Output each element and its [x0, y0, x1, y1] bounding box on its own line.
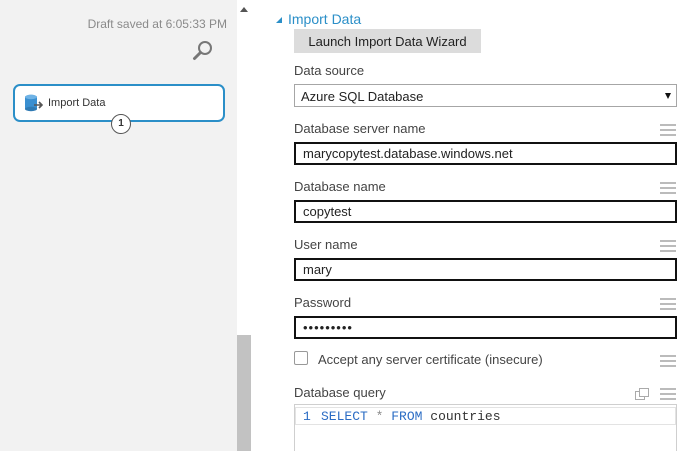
query-editor[interactable]: 1 SELECT * FROM countries — [294, 404, 677, 451]
sql-operator-star: * — [375, 409, 384, 424]
section-header[interactable]: Import Data — [276, 10, 361, 28]
canvas-scrollbar[interactable] — [237, 0, 251, 451]
database-name-label: Database name — [294, 179, 386, 194]
database-name-input[interactable] — [294, 200, 677, 223]
query-line[interactable]: 1 SELECT * FROM countries — [295, 407, 676, 425]
output-port[interactable]: 1 — [111, 114, 131, 134]
scroll-up-arrow-icon[interactable] — [240, 7, 248, 12]
import-data-icon — [23, 93, 45, 115]
collapse-arrow-icon[interactable] — [276, 17, 282, 23]
accept-certificate-checkbox[interactable] — [294, 351, 308, 365]
user-name-input[interactable] — [294, 258, 677, 281]
scrollbar-thumb[interactable] — [237, 335, 251, 451]
data-source-select[interactable]: Azure SQL Database — [294, 84, 677, 107]
magnifier-icon[interactable] — [192, 40, 214, 62]
password-label: Password — [294, 295, 352, 310]
password-menu-icon[interactable] — [660, 298, 676, 310]
sql-keyword-select: SELECT — [321, 409, 368, 424]
sql-table-name: countries — [430, 409, 501, 424]
experiment-canvas[interactable]: Draft saved at 6:05:33 PM Import Data 1 — [0, 0, 237, 451]
query-text: SELECT * FROM countries — [321, 409, 501, 424]
password-input[interactable] — [294, 316, 677, 339]
database-query-label: Database query — [294, 385, 386, 400]
dropdown-caret-icon — [665, 93, 671, 99]
draft-status: Draft saved at 6:05:33 PM — [87, 17, 227, 31]
launch-wizard-button[interactable]: Launch Import Data Wizard — [294, 29, 481, 53]
properties-pane: Import Data Launch Import Data Wizard Da… — [251, 0, 687, 451]
user-name-label: User name — [294, 237, 358, 252]
user-name-menu-icon[interactable] — [660, 240, 676, 252]
database-name-menu-icon[interactable] — [660, 182, 676, 194]
accept-certificate-menu-icon[interactable] — [660, 355, 676, 367]
line-number: 1 — [303, 409, 311, 424]
data-source-value: Azure SQL Database — [301, 89, 424, 104]
sql-keyword-from: FROM — [391, 409, 423, 424]
server-name-menu-icon[interactable] — [660, 124, 676, 136]
server-name-label: Database server name — [294, 121, 426, 136]
module-label: Import Data — [48, 97, 106, 109]
data-source-label: Data source — [294, 63, 365, 78]
import-data-module[interactable]: Import Data 1 — [13, 84, 225, 134]
server-name-input[interactable] — [294, 142, 677, 165]
database-query-menu-icon[interactable] — [660, 388, 676, 400]
popout-editor-icon[interactable] — [635, 387, 649, 400]
accept-certificate-label: Accept any server certificate (insecure) — [318, 352, 543, 367]
section-title: Import Data — [288, 11, 362, 27]
